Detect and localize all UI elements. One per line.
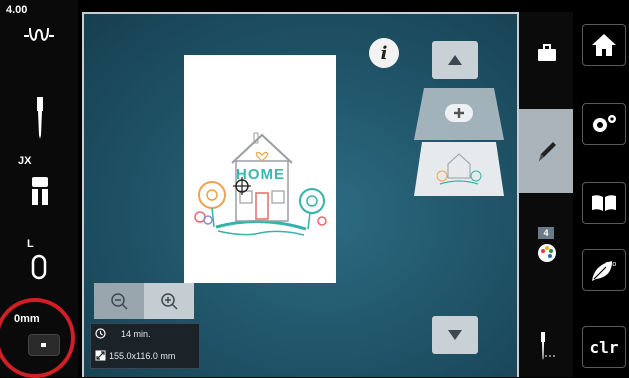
edit-tab[interactable] [519,109,573,193]
embroidery-canvas[interactable]: HOME i 14 min. 155.0x116.0 mm [82,12,519,377]
color-count-badge: 4 [538,227,554,239]
settings-button[interactable] [582,103,626,145]
hoop-label: L [27,238,34,250]
svg-text:eco: eco [605,261,616,268]
thread-tension-icon[interactable] [22,22,56,50]
info-button[interactable]: i [369,38,399,68]
size-icon [95,350,106,361]
home-icon [592,34,616,56]
triangle-up-icon [448,55,462,65]
design-text: HOME [236,166,285,183]
zoom-in-icon [161,293,178,310]
zoom-out-button[interactable] [94,283,144,319]
zoom-out-icon [111,293,128,310]
clear-button[interactable]: clr [582,326,626,368]
tutorial-button[interactable] [582,182,626,224]
presser-foot-icon[interactable] [30,175,50,207]
clock-icon [95,328,106,339]
eco-leaf-icon: eco [592,261,616,281]
briefcase-icon[interactable] [537,44,557,62]
tension-value: 4.00 [6,4,28,16]
stitch-time: 14 min. [121,329,151,339]
color-palette-icon[interactable] [536,242,558,264]
triangle-down-icon [448,330,462,340]
presser-foot-label: JX [18,155,32,167]
eco-button[interactable]: eco [582,249,626,291]
function-panel: 4 [519,12,573,377]
info-icon: i [380,42,388,64]
needle-thread-icon[interactable] [539,332,559,362]
scroll-down-button[interactable] [432,316,478,354]
right-sidebar: eco clr [575,0,629,377]
pencil-icon [539,142,556,161]
gears-icon [593,115,616,132]
add-design-item[interactable] [414,88,504,140]
needle-icon[interactable] [34,97,46,139]
add-icon [445,104,473,122]
hoop-area: HOME [184,55,336,283]
zoom-in-button[interactable] [144,283,194,319]
hoop-icon[interactable] [31,254,47,280]
highlight-circle [0,298,75,378]
design-size: 155.0x116.0 mm [109,351,176,361]
left-sidebar: 4.00 JX L 0mm [0,0,78,378]
design-status-panel: 14 min. 155.0x116.0 mm [90,323,200,369]
home-button[interactable] [582,24,626,66]
book-icon [592,195,616,211]
design-layer-item[interactable] [414,142,504,196]
clr-label: clr [589,337,619,357]
scroll-up-button[interactable] [432,41,478,79]
